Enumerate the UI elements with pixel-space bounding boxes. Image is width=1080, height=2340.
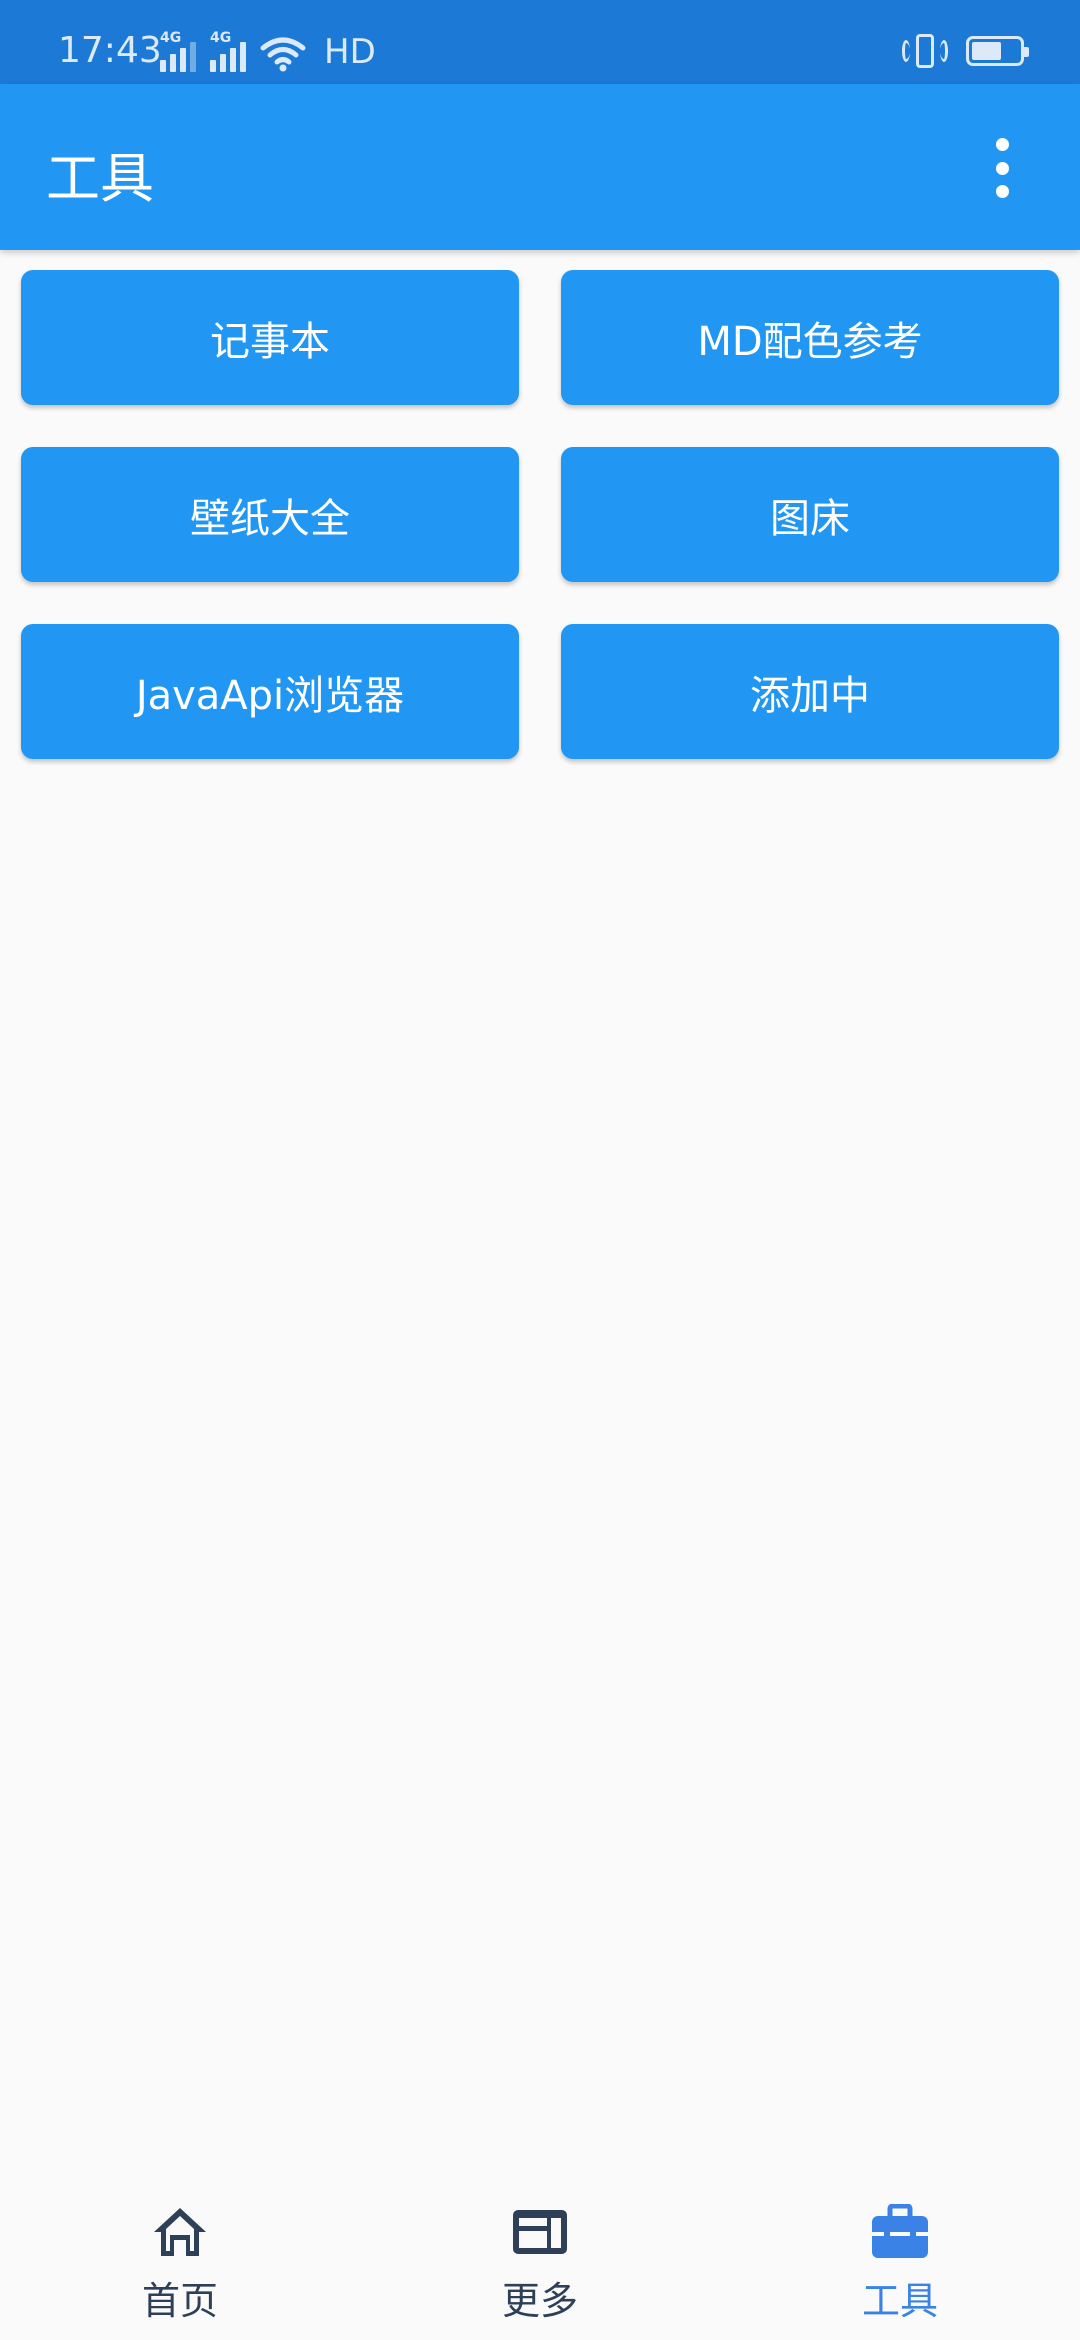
signal-label: 4G	[160, 30, 182, 46]
status-time: 17:43	[58, 30, 162, 71]
adding-button[interactable]: 添加中	[561, 624, 1059, 759]
app-bar: 工具	[0, 84, 1080, 250]
nav-label-more: 更多	[501, 2279, 578, 2323]
nav-item-tools[interactable]: 工具	[720, 2180, 1080, 2340]
status-bar: 17:43 4G 4G HD	[0, 0, 1080, 84]
nav-item-more[interactable]: 更多	[360, 2180, 720, 2340]
home-icon	[154, 2208, 206, 2256]
java-api-browser-button[interactable]: JavaApi浏览器	[21, 624, 519, 759]
md-color-reference-button[interactable]: MD配色参考	[561, 270, 1059, 405]
bottom-navigation: 首页 更多 工具	[0, 2180, 1080, 2340]
image-hosting-button[interactable]: 图床	[561, 447, 1059, 582]
hd-indicator: HD	[324, 32, 376, 72]
vibrate-icon	[902, 34, 948, 68]
signal-label-2: 4G	[210, 30, 232, 46]
status-icons-left: 4G 4G HD	[160, 30, 376, 72]
wallpapers-button[interactable]: 壁纸大全	[21, 447, 519, 582]
status-icons-right	[902, 34, 1029, 68]
wifi-icon	[260, 37, 306, 72]
nav-label-home: 首页	[141, 2279, 218, 2323]
more-options-icon[interactable]	[984, 138, 1020, 198]
tool-grid: 记事本 MD配色参考 壁纸大全 图床 JavaApi浏览器 添加中	[21, 270, 1059, 759]
dashboard-icon	[513, 2210, 567, 2254]
notepad-button[interactable]: 记事本	[21, 270, 519, 405]
toolbox-icon	[872, 2204, 928, 2258]
signal-icon-2: 4G	[210, 30, 246, 72]
nav-label-tools: 工具	[861, 2279, 938, 2323]
nav-item-home[interactable]: 首页	[0, 2180, 360, 2340]
page-title: 工具	[46, 147, 154, 210]
battery-icon	[966, 36, 1029, 66]
signal-icon: 4G	[160, 30, 196, 72]
